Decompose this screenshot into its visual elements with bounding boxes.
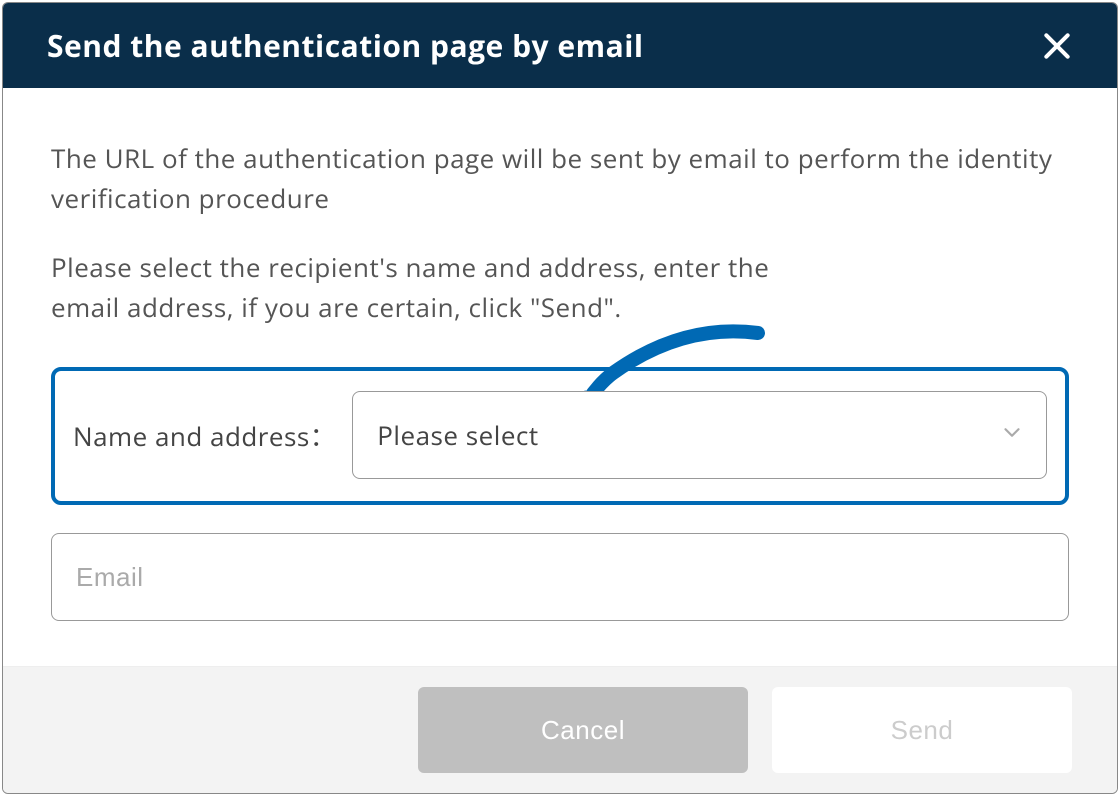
cancel-button[interactable]: Cancel: [418, 687, 748, 773]
email-field[interactable]: [51, 533, 1069, 621]
modal-header: Send the authentication page by email: [3, 3, 1117, 88]
send-button[interactable]: Send: [772, 687, 1072, 773]
modal-body: The URL of the authentication page will …: [3, 88, 1117, 666]
select-placeholder-text: Please select: [377, 417, 538, 453]
description-text: The URL of the authentication page will …: [51, 138, 1069, 219]
name-address-select[interactable]: Please select: [352, 391, 1047, 479]
send-auth-email-modal: Send the authentication page by email Th…: [2, 2, 1118, 794]
instruction-text: Please select the recipient's name and a…: [51, 247, 1069, 328]
name-address-select-wrap: Please select: [352, 391, 1047, 479]
name-address-group: Name and address： Please select: [51, 367, 1069, 505]
name-address-label: Name and address：: [73, 417, 336, 454]
modal-title: Send the authentication page by email: [47, 25, 644, 66]
modal-footer: Cancel Send: [3, 666, 1117, 793]
close-icon[interactable]: [1041, 30, 1073, 62]
